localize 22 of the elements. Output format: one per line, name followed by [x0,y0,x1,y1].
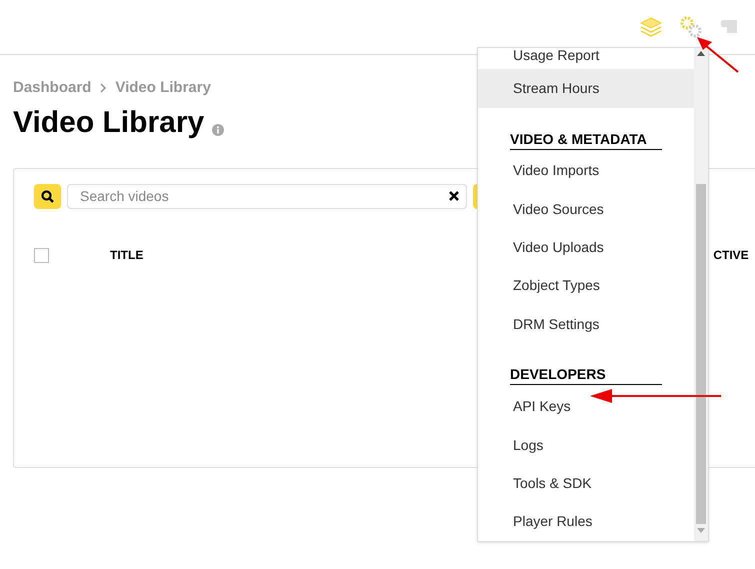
menu-item[interactable]: Usage Report [478,48,694,70]
menu-item[interactable]: Player Rules [478,502,694,542]
scrollbar-thumb[interactable] [696,184,706,524]
select-all-checkbox[interactable] [34,248,49,262]
scroll-down-icon[interactable] [697,528,705,533]
menu-section-heading: VIDEO & METADATA [510,130,662,150]
menu-section-heading: DEVELOPERS [510,365,662,386]
annotation-arrow [697,37,739,73]
layers-icon[interactable] [639,16,663,38]
search-button[interactable] [34,184,61,209]
scrollbar[interactable] [694,48,708,541]
menu-item[interactable]: Stream Hours [478,69,694,108]
page-title: Video Library [13,104,204,140]
info-icon[interactable] [212,124,224,136]
search-field[interactable]: Search videos [67,184,467,208]
chevron-right-icon [99,83,108,94]
gears-icon[interactable] [679,16,703,38]
search-icon [41,190,54,203]
clear-icon[interactable] [449,191,459,201]
breadcrumb-current: Video Library [115,78,211,98]
column-header: TITLE [110,247,144,264]
column-header: CTIVE [713,247,749,264]
